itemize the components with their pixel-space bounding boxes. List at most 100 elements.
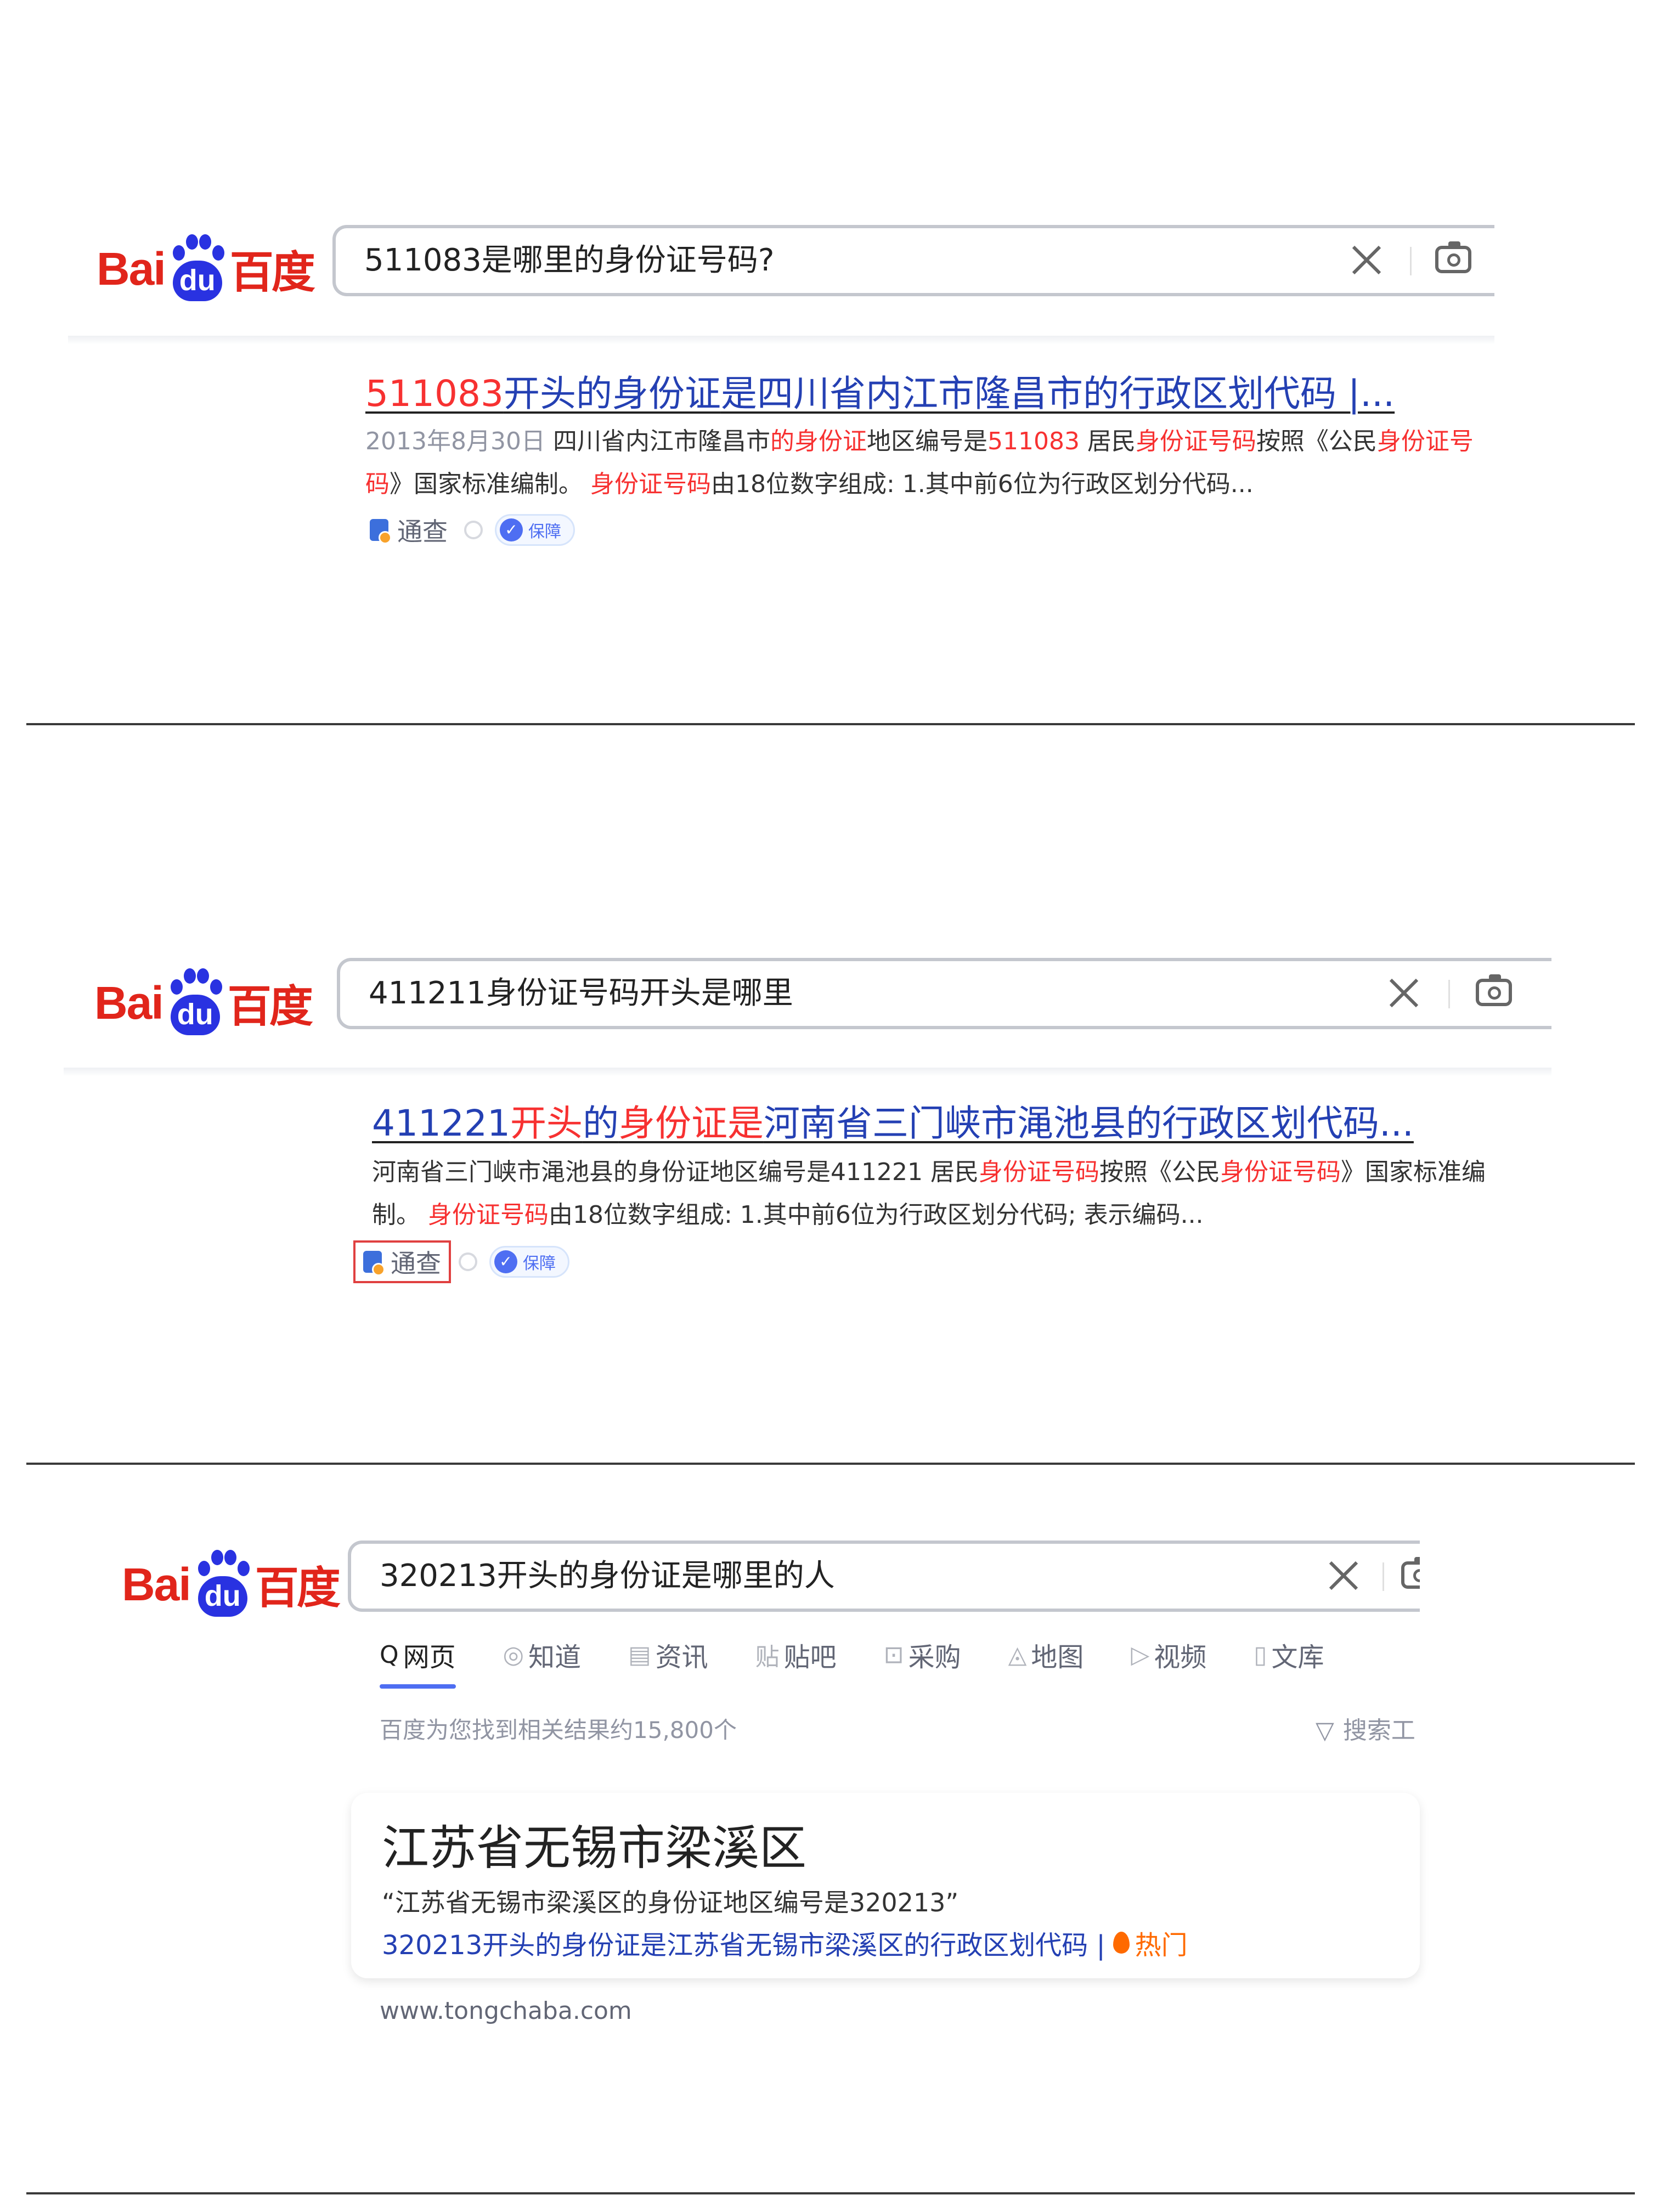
baidu-logo[interactable]: Bai du 百度 xyxy=(122,1541,341,1628)
tab-label: 网页 xyxy=(403,1642,456,1673)
camera-icon[interactable] xyxy=(1476,974,1512,1006)
header-shadow xyxy=(68,336,1494,345)
tab-label: 视频 xyxy=(1154,1642,1207,1673)
answer-title: 江苏省无锡市梁溪区 xyxy=(382,1821,806,1876)
tab-icon: ▤ xyxy=(628,1640,651,1669)
circle-icon xyxy=(464,521,483,539)
hot-badge: 热门 xyxy=(1135,1930,1188,1961)
highlighted-text: 身份证号码 xyxy=(590,470,711,498)
text-segment: 的 xyxy=(582,1102,619,1144)
close-icon[interactable] xyxy=(1345,238,1389,282)
guarantee-badge[interactable]: ✓ 保障 xyxy=(495,514,575,546)
section-divider xyxy=(26,1463,1635,1465)
paw-icon: du xyxy=(193,1549,253,1620)
highlighted-text: 511083 xyxy=(987,427,1080,455)
tab-icon: ▷ xyxy=(1131,1640,1150,1669)
divider xyxy=(1383,1562,1384,1591)
camera-icon[interactable] xyxy=(1401,1557,1420,1589)
tab-icon: ▯ xyxy=(1254,1640,1267,1669)
text-segment: 地区编号是 xyxy=(866,427,988,455)
section-divider xyxy=(26,2192,1635,2194)
search-tabs: Q 网页 ◎ 知道 ▤ 资讯 贴贴吧 ⊡ 采购 ◬ 地图 ▷ 视频 ▯ 文库 xyxy=(380,1633,1372,1689)
filter-icon: ▽ xyxy=(1316,1717,1334,1745)
baidu-logo[interactable]: Bai du 百度 xyxy=(94,959,313,1047)
close-icon[interactable] xyxy=(1383,971,1426,1015)
tab-label: 地图 xyxy=(1031,1642,1084,1673)
header-shadow xyxy=(64,1068,1551,1076)
divider xyxy=(1410,247,1412,275)
shield-check-icon: ✓ xyxy=(500,518,523,541)
result-url[interactable]: www.tongchaba.com xyxy=(380,1997,632,2025)
close-icon[interactable] xyxy=(1322,1554,1366,1598)
answer-card: 江苏省无锡市梁溪区 “江苏省无锡市梁溪区的身份证地区编号是320213” 320… xyxy=(351,1793,1420,1978)
highlighted-text: 身份证号码 xyxy=(1135,427,1256,455)
tab-知道[interactable]: ◎ 知道 xyxy=(503,1633,581,1677)
highlighted-text: 身份证号码 xyxy=(428,1201,549,1229)
text-segment: 按照《公民 xyxy=(1099,1158,1220,1186)
text-segment: 由18位数字组成: 1.其中前6位为行政区划分代码... xyxy=(711,470,1254,498)
circle-icon xyxy=(459,1252,477,1271)
source-logo-icon xyxy=(363,1251,385,1276)
text-segment: 河南省三门峡市渑池县的身份证地区编号是411221 居民 xyxy=(372,1158,979,1186)
highlighted-text: 511083 xyxy=(365,373,504,415)
text-segment: 由18位数字组成: 1.其中前6位为行政区划分代码; 表示编码... xyxy=(549,1201,1204,1229)
source-highlight-box[interactable]: 通查 xyxy=(353,1240,451,1283)
source-name[interactable]: 通查 xyxy=(391,1244,441,1280)
highlighted-text: 身份证是 xyxy=(618,1102,764,1144)
baidu-logo[interactable]: Bai du 百度 xyxy=(97,225,315,313)
divider xyxy=(1448,980,1450,1008)
search-box[interactable]: 411211身份证号码开头是哪里 xyxy=(337,958,1551,1029)
search-box[interactable]: 511083是哪里的身份证号码? xyxy=(332,225,1494,296)
text-segment: 411221 xyxy=(372,1102,510,1144)
tab-label: 资讯 xyxy=(655,1642,708,1673)
tab-label: 贴吧 xyxy=(783,1642,837,1673)
paw-icon: du xyxy=(165,967,225,1039)
search-input[interactable]: 411211身份证号码开头是哪里 xyxy=(369,961,793,1026)
text-segment: 按照《公民 xyxy=(1256,427,1377,455)
text-segment: 河南省三门峡市渑池县的行政区划代码... xyxy=(763,1102,1414,1144)
tab-icon: Q xyxy=(380,1640,399,1669)
result-snippet: 2013年8月30日 四川省内江市隆昌市的身份证地区编号是511083 居民身份… xyxy=(365,420,1479,506)
paw-icon: du xyxy=(167,233,228,304)
text-segment: 开头的身份证 xyxy=(503,373,721,415)
result-title-link[interactable]: 411221开头的身份证是河南省三门峡市渑池县的行政区划代码... xyxy=(372,1102,1414,1146)
text-segment: 是四川省内江市隆昌市的行政区划代码 |... xyxy=(720,373,1395,415)
tab-采购[interactable]: ⊡ 采购 xyxy=(884,1633,961,1677)
result-source: 通查 ✓ 保障 xyxy=(370,512,575,548)
tab-icon: ◎ xyxy=(503,1640,524,1669)
search-box[interactable]: 320213开头的身份证是哪里的人 xyxy=(348,1541,1420,1612)
highlighted-text: 身份证号码 xyxy=(1220,1158,1341,1186)
fire-icon xyxy=(1113,1932,1130,1954)
source-name[interactable]: 通查 xyxy=(397,512,448,548)
highlighted-text: 开头 xyxy=(510,1102,583,1144)
tab-icon: 贴 xyxy=(755,1643,780,1671)
tab-地图[interactable]: ◬ 地图 xyxy=(1008,1633,1084,1677)
shield-check-icon: ✓ xyxy=(494,1250,517,1273)
camera-icon[interactable] xyxy=(1435,241,1471,273)
text-segment: 》国家标准编制。 xyxy=(390,470,590,498)
search-input[interactable]: 320213开头的身份证是哪里的人 xyxy=(380,1544,835,1609)
tab-贴吧[interactable]: 贴贴吧 xyxy=(755,1633,837,1677)
result-snippet: 河南省三门峡市渑池县的身份证地区编号是411221 居民身份证号码按照《公民身份… xyxy=(372,1151,1519,1237)
text-segment: 居民 xyxy=(1079,427,1136,455)
guarantee-badge[interactable]: ✓ 保障 xyxy=(489,1246,569,1278)
tab-label: 知道 xyxy=(528,1642,582,1673)
answer-source-link[interactable]: 320213开头的身份证是江苏省无锡市梁溪区的行政区划代码 | 热门 xyxy=(382,1923,1188,1962)
result-count: 百度为您找到相关结果约15,800个 xyxy=(380,1717,737,1743)
tab-资讯[interactable]: ▤ 资讯 xyxy=(628,1633,708,1677)
tab-icon: ◬ xyxy=(1008,1640,1027,1669)
search-input[interactable]: 511083是哪里的身份证号码? xyxy=(364,228,775,293)
result-date: 2013年8月30日 xyxy=(365,427,545,455)
tab-网页[interactable]: Q 网页 xyxy=(380,1633,456,1689)
tab-icon: ⊡ xyxy=(883,1640,904,1669)
tab-文库[interactable]: ▯ 文库 xyxy=(1254,1633,1324,1677)
answer-quote: “江苏省无锡市梁溪区的身份证地区编号是320213” xyxy=(382,1888,959,1917)
section-divider xyxy=(26,723,1635,725)
text-segment: 四川省内江市隆昌市 xyxy=(545,427,770,455)
tab-label: 文库 xyxy=(1271,1642,1324,1673)
tab-视频[interactable]: ▷ 视频 xyxy=(1131,1633,1206,1677)
source-logo-icon xyxy=(370,519,392,544)
result-source: 通查 ✓ 保障 xyxy=(353,1240,569,1283)
search-tools[interactable]: ▽ 搜索工 xyxy=(1316,1711,1415,1746)
result-title-link[interactable]: 511083开头的身份证是四川省内江市隆昌市的行政区划代码 |... xyxy=(365,372,1395,416)
